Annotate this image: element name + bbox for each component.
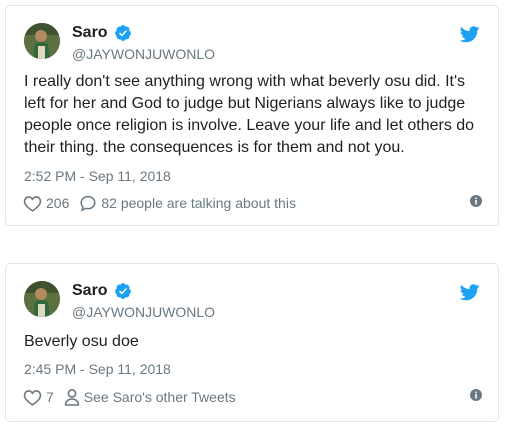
conversation-label: 82 people are talking about this — [101, 195, 296, 211]
conversation-link[interactable]: 82 people are talking about this — [79, 194, 296, 212]
action-bar: 206 82 people are talking about this — [23, 194, 482, 212]
author-name[interactable]: Saro — [72, 24, 108, 42]
tweet-text: Beverly osu doe — [24, 333, 139, 350]
avatar[interactable] — [24, 281, 60, 317]
heart-icon — [23, 195, 42, 212]
profile-link-label: See Saro's other Tweets — [83, 389, 236, 405]
like-count: 7 — [46, 389, 54, 405]
avatar[interactable] — [24, 23, 60, 59]
heart-icon — [23, 389, 42, 406]
profile-link[interactable]: See Saro's other Tweets — [64, 388, 236, 406]
twitter-bird-icon[interactable] — [460, 26, 480, 43]
tweet-card[interactable]: Saro @JAYWONJUWONLO I really don't see a… — [5, 5, 499, 226]
like-count: 206 — [46, 195, 70, 211]
like-button[interactable]: 7 — [23, 389, 54, 406]
info-icon[interactable] — [470, 195, 482, 207]
info-icon[interactable] — [470, 389, 482, 401]
twitter-bird-icon[interactable] — [460, 284, 480, 301]
author-handle[interactable]: @JAYWONJUWONLO — [72, 304, 215, 320]
tweet-text: I really don't see anything wrong with w… — [24, 73, 475, 156]
timestamp[interactable]: 2:52 PM - Sep 11, 2018 — [24, 168, 171, 184]
verified-badge-icon — [114, 24, 132, 42]
reply-bubble-icon — [79, 194, 97, 212]
author-name[interactable]: Saro — [72, 282, 108, 300]
action-bar: 7 See Saro's other Tweets — [23, 388, 482, 406]
author-handle[interactable]: @JAYWONJUWONLO — [72, 46, 215, 62]
timestamp[interactable]: 2:45 PM - Sep 11, 2018 — [24, 361, 171, 377]
tweet-card[interactable]: Saro @JAYWONJUWONLO Beverly osu doe 2:45… — [5, 263, 499, 422]
like-button[interactable]: 206 — [23, 195, 69, 212]
person-icon — [64, 388, 80, 406]
verified-badge-icon — [114, 282, 132, 300]
